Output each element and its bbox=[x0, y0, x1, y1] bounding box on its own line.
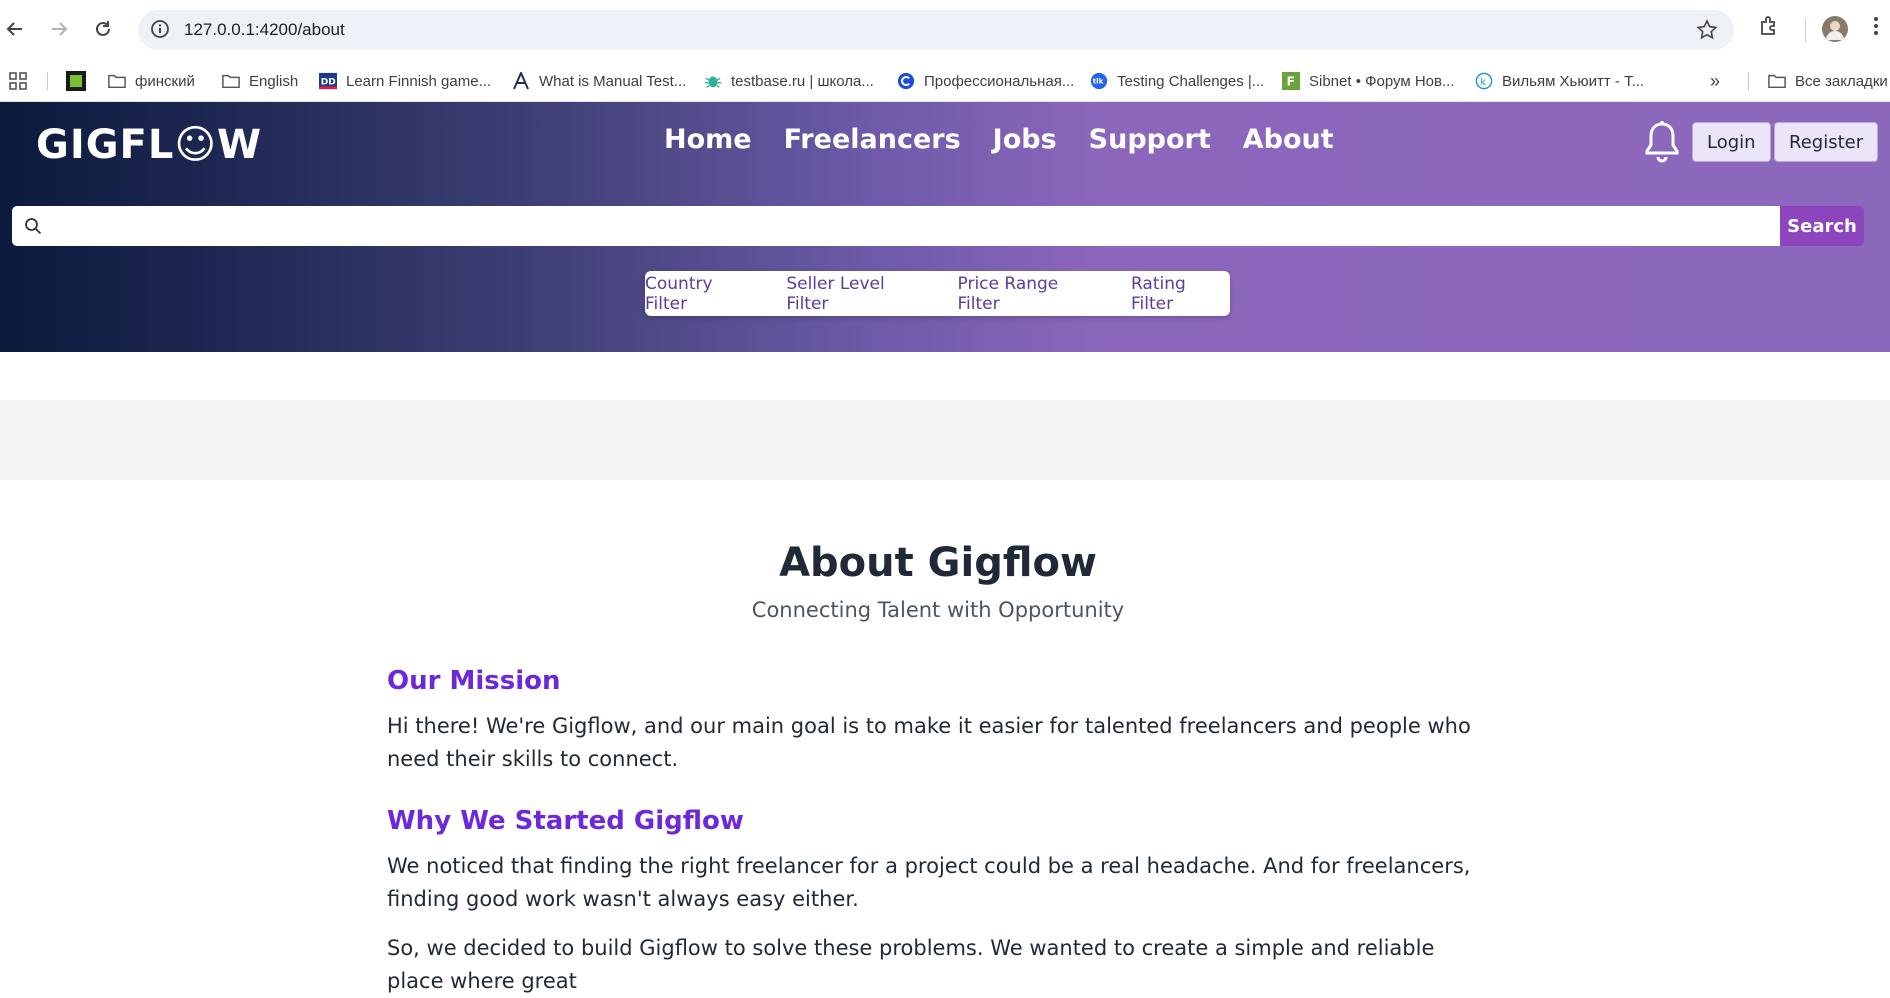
browser-toolbar: 127.0.0.1:4200/about bbox=[0, 0, 1890, 60]
folder-icon bbox=[1768, 72, 1786, 90]
bookmark-item[interactable]: What is Manual Test... bbox=[512, 70, 686, 92]
nav-support[interactable]: Support bbox=[1089, 124, 1211, 155]
login-button[interactable]: Login bbox=[1692, 122, 1771, 162]
bookmark-label: English bbox=[249, 72, 299, 90]
profile-avatar[interactable] bbox=[1822, 16, 1848, 47]
nav-home[interactable]: Home bbox=[664, 124, 752, 155]
bookmark-label: Learn Finnish game... bbox=[346, 72, 492, 90]
all-bookmarks-label: Все закладки bbox=[1795, 72, 1888, 90]
bookmark-green-app-icon[interactable] bbox=[66, 70, 86, 92]
spacer-band bbox=[0, 400, 1890, 480]
tlk-icon: tlk bbox=[1090, 72, 1108, 90]
address-bar[interactable]: 127.0.0.1:4200/about bbox=[138, 10, 1734, 50]
f-icon: F bbox=[1282, 72, 1300, 90]
browser-menu-icon[interactable] bbox=[1872, 14, 1880, 43]
bookmark-item[interactable]: testbase.ru | школа... bbox=[704, 70, 874, 92]
rating-filter[interactable]: Rating Filter bbox=[1131, 274, 1230, 314]
why-heading: Why We Started Gigflow bbox=[387, 806, 744, 836]
folder-icon bbox=[222, 72, 240, 90]
all-bookmarks-item[interactable]: Все закладки bbox=[1768, 70, 1888, 92]
k-icon: k bbox=[1475, 72, 1493, 90]
bookmark-label: What is Manual Test... bbox=[539, 72, 687, 90]
country-filter[interactable]: Country Filter bbox=[645, 274, 756, 314]
dd-icon: DD bbox=[319, 72, 337, 90]
page-subtitle: Connecting Talent with Opportunity bbox=[751, 598, 1125, 622]
mission-heading: Our Mission bbox=[387, 666, 561, 696]
bookmark-label: testbase.ru | школа... bbox=[731, 72, 874, 90]
nav-about[interactable]: About bbox=[1243, 124, 1334, 155]
register-button[interactable]: Register bbox=[1774, 122, 1879, 162]
seller-level-filter[interactable]: Seller Level Filter bbox=[786, 274, 927, 314]
nav-freelancers[interactable]: Freelancers bbox=[784, 124, 961, 155]
svg-text:F: F bbox=[1287, 74, 1296, 89]
svg-text:tlk: tlk bbox=[1093, 77, 1104, 86]
svg-text:k: k bbox=[1480, 77, 1486, 88]
extensions-icon[interactable] bbox=[1757, 14, 1781, 43]
bookmark-separator bbox=[1748, 72, 1749, 90]
url-text: 127.0.0.1:4200/about bbox=[184, 20, 345, 39]
notification-bell-icon[interactable] bbox=[1642, 120, 1682, 169]
bookmark-item[interactable]: Профессиональная... bbox=[897, 70, 1074, 92]
bookmark-separator bbox=[47, 72, 48, 90]
bookmarks-bar: финский English DD Learn Finnish game...… bbox=[0, 60, 1890, 102]
main-nav: Home Freelancers Jobs Support About bbox=[664, 124, 1334, 155]
bookmark-item[interactable]: DD Learn Finnish game... bbox=[319, 70, 491, 92]
page-title: About Gigflow bbox=[779, 540, 1097, 586]
nav-jobs[interactable]: Jobs bbox=[993, 124, 1057, 155]
folder-icon bbox=[108, 72, 126, 90]
bookmark-item[interactable]: tlk Testing Challenges |... bbox=[1090, 70, 1264, 92]
bookmark-label: финский bbox=[135, 72, 195, 90]
bookmark-item[interactable]: English bbox=[222, 70, 298, 92]
site-header: GIGFL☺W Home Freelancers Jobs Support Ab… bbox=[0, 102, 1890, 352]
gigflow-logo[interactable]: GIGFL☺W bbox=[36, 122, 262, 168]
svg-text:DD: DD bbox=[321, 78, 336, 88]
apps-icon[interactable] bbox=[9, 70, 27, 92]
c-icon bbox=[897, 72, 915, 90]
a-icon bbox=[512, 72, 530, 90]
site-info-icon[interactable] bbox=[150, 19, 170, 44]
price-range-filter[interactable]: Price Range Filter bbox=[958, 274, 1101, 314]
search-icon bbox=[24, 217, 42, 240]
reload-icon[interactable] bbox=[88, 14, 118, 44]
bookmark-item[interactable]: финский bbox=[108, 70, 195, 92]
bookmark-label: Testing Challenges |... bbox=[1117, 72, 1265, 90]
back-icon[interactable] bbox=[0, 14, 30, 44]
mission-text: Hi there! We're Gigflow, and our main go… bbox=[387, 714, 1471, 771]
forward-icon[interactable] bbox=[44, 14, 74, 44]
why-text-continued: So, we decided to build Gigflow to solve… bbox=[387, 936, 1435, 993]
bookmark-label: Профессиональная... bbox=[924, 72, 1075, 90]
bookmark-label: Вильям Хьюитт - Т... bbox=[1502, 72, 1645, 90]
search-button[interactable]: Search bbox=[1780, 206, 1864, 246]
toolbar-divider bbox=[1805, 18, 1806, 42]
bookmark-item[interactable]: k Вильям Хьюитт - Т... bbox=[1475, 70, 1644, 92]
why-text: We noticed that finding the right freela… bbox=[387, 854, 1471, 911]
bookmark-item[interactable]: F Sibnet • Форум Нов... bbox=[1282, 70, 1455, 92]
search-input[interactable] bbox=[12, 206, 1780, 246]
bookmark-star-icon[interactable] bbox=[1696, 19, 1718, 46]
bug-icon bbox=[704, 72, 722, 90]
bookmark-label: Sibnet • Форум Нов... bbox=[1309, 72, 1455, 90]
filter-bar: Country Filter Seller Level Filter Price… bbox=[645, 271, 1230, 316]
more-bookmarks-icon[interactable]: » bbox=[1710, 70, 1720, 92]
